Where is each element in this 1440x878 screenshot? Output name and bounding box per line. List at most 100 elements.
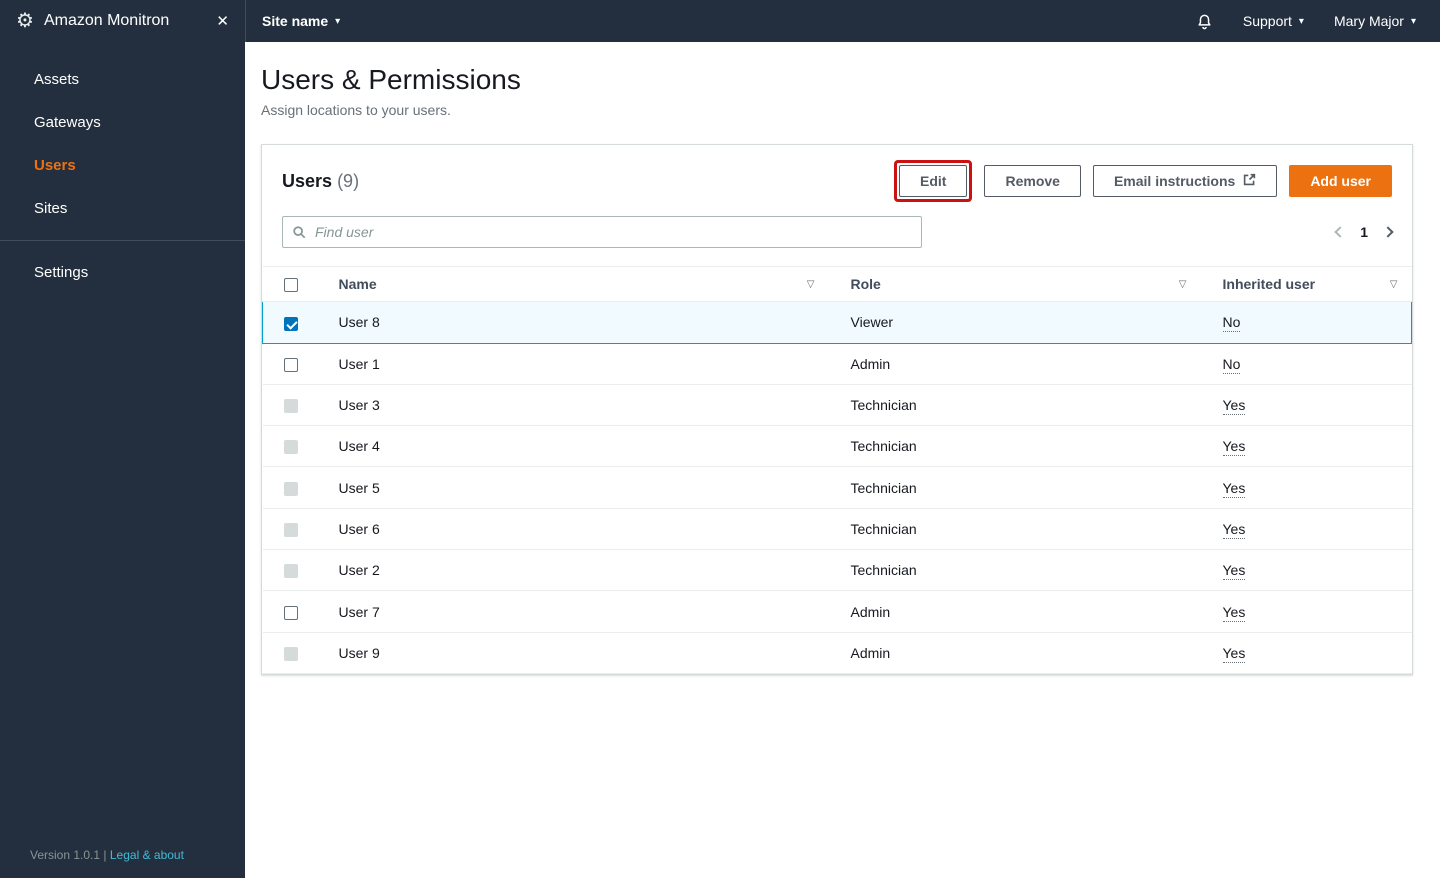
user-name: User 3: [318, 384, 829, 427]
nav-divider: [0, 240, 245, 241]
sidebar-footer: Version 1.0.1 | Legal & about: [30, 848, 184, 862]
edit-button[interactable]: Edit: [899, 165, 968, 197]
column-header-inherited[interactable]: Inherited user ▽: [1200, 265, 1412, 303]
sidebar: ⚙ Amazon Monitron ✕ Assets Gateways User…: [0, 0, 245, 878]
legal-about-link[interactable]: Legal & about: [110, 848, 184, 862]
table-header-row: Name ▽ Role ▽ Inherited user ▽: [262, 265, 1412, 303]
support-menu[interactable]: Support ▾: [1243, 13, 1304, 29]
row-checkbox[interactable]: [283, 440, 298, 455]
edit-button-annotation: Edit: [894, 160, 973, 202]
inherited-value: Yes: [1222, 479, 1246, 498]
inherited-value: Yes: [1222, 397, 1246, 416]
previous-page-button[interactable]: [1334, 223, 1346, 241]
column-sort-icon[interactable]: ▽: [807, 279, 815, 290]
chevron-left-icon: [1334, 226, 1346, 238]
panel-header: Users (9) Edit Remove Email instructions…: [262, 145, 1412, 212]
inherited-value: No: [1222, 314, 1241, 333]
column-label-role: Role: [850, 276, 881, 293]
inherited-value: Yes: [1222, 603, 1246, 622]
column-header-role[interactable]: Role ▽: [828, 265, 1201, 303]
support-label: Support: [1242, 13, 1292, 29]
main-content: Users & Permissions Assign locations to …: [245, 42, 1440, 878]
close-icon[interactable]: ✕: [216, 12, 229, 30]
site-name-label: Site name: [262, 13, 329, 29]
select-all-checkbox[interactable]: [283, 278, 298, 293]
row-checkbox[interactable]: [283, 481, 298, 496]
pagination: 1: [1334, 223, 1394, 241]
users-panel: Users (9) Edit Remove Email instructions…: [261, 144, 1413, 675]
user-role: Admin: [828, 632, 1201, 674]
search-icon: [293, 226, 306, 239]
user-name: User 2: [318, 549, 829, 592]
page-subtitle: Assign locations to your users.: [261, 102, 451, 118]
user-name: User 6: [318, 508, 829, 551]
user-role: Viewer: [828, 301, 1201, 344]
column-label-inherited: Inherited user: [1222, 276, 1316, 293]
table-row[interactable]: User 1 Admin No: [262, 343, 1412, 385]
row-checkbox[interactable]: [283, 523, 298, 538]
row-checkbox[interactable]: [283, 605, 298, 620]
column-sort-icon[interactable]: ▽: [1390, 279, 1398, 290]
user-name-label: Mary Major: [1333, 13, 1404, 29]
user-role: Technician: [828, 425, 1201, 468]
user-role: Technician: [828, 549, 1201, 592]
footer-separator: |: [103, 848, 107, 862]
chevron-down-icon: ▾: [1410, 15, 1416, 27]
column-sort-icon[interactable]: ▽: [1179, 279, 1187, 290]
table-row[interactable]: User 3 Technician Yes: [262, 384, 1412, 427]
sidebar-item-gateways[interactable]: Gateways: [0, 101, 245, 144]
user-role: Admin: [828, 343, 1201, 385]
site-name-dropdown[interactable]: Site name ▾: [262, 13, 340, 29]
topbar-right: Support ▾ Mary Major ▾: [1196, 13, 1416, 30]
add-user-button[interactable]: Add user: [1289, 165, 1392, 197]
user-name: User 8: [318, 301, 829, 344]
sidebar-item-assets[interactable]: Assets: [0, 58, 245, 101]
chevron-down-icon: ▾: [1298, 15, 1304, 27]
page-number[interactable]: 1: [1360, 224, 1368, 240]
table-row[interactable]: User 8 Viewer No: [262, 301, 1412, 344]
row-checkbox[interactable]: [283, 316, 298, 331]
user-role: Technician: [828, 384, 1201, 427]
row-checkbox[interactable]: [283, 646, 298, 661]
chevron-right-icon: [1382, 226, 1394, 238]
panel-title: Users: [282, 170, 333, 191]
remove-button[interactable]: Remove: [984, 165, 1081, 197]
user-name: User 7: [318, 590, 829, 633]
sidebar-item-users[interactable]: Users: [0, 144, 245, 187]
inherited-value: Yes: [1222, 438, 1246, 457]
users-table-body: User 8 Viewer No User 1 Admin No User 3 …: [262, 301, 1412, 674]
column-label-name: Name: [338, 276, 377, 293]
users-table: Name ▽ Role ▽ Inherited user ▽ User 8 Vi…: [262, 265, 1412, 674]
table-row[interactable]: User 2 Technician Yes: [262, 549, 1412, 592]
notifications-bell-icon[interactable]: [1196, 13, 1213, 30]
user-role: Technician: [828, 508, 1201, 551]
table-row[interactable]: User 9 Admin Yes: [262, 632, 1412, 674]
table-row[interactable]: User 6 Technician Yes: [262, 508, 1412, 551]
user-role: Technician: [828, 466, 1201, 509]
table-row[interactable]: User 7 Admin Yes: [262, 590, 1412, 633]
user-menu[interactable]: Mary Major ▾: [1334, 13, 1416, 29]
user-name: User 1: [318, 343, 829, 385]
row-checkbox[interactable]: [283, 399, 298, 414]
sidebar-item-sites[interactable]: Sites: [0, 187, 245, 230]
chevron-down-icon: ▾: [335, 15, 341, 27]
row-checkbox[interactable]: [283, 357, 298, 372]
app-logo-icon: ⚙: [16, 10, 34, 32]
panel-toolbar: 1: [262, 212, 1412, 266]
user-name: User 4: [318, 425, 829, 468]
external-link-icon: [1243, 173, 1256, 189]
email-instructions-button[interactable]: Email instructions: [1092, 165, 1278, 197]
column-header-name[interactable]: Name ▽: [318, 265, 829, 303]
search-input[interactable]: [282, 216, 922, 248]
table-row[interactable]: User 5 Technician Yes: [262, 466, 1412, 509]
sidebar-header: ⚙ Amazon Monitron ✕: [0, 0, 245, 42]
sidebar-item-settings[interactable]: Settings: [0, 251, 245, 294]
next-page-button[interactable]: [1382, 223, 1394, 241]
row-checkbox[interactable]: [283, 564, 298, 579]
table-row[interactable]: User 4 Technician Yes: [262, 425, 1412, 468]
search-box: [282, 216, 922, 248]
version-text: Version 1.0.1: [30, 848, 101, 862]
user-name: User 5: [318, 466, 829, 509]
app-title: Amazon Monitron: [43, 12, 170, 29]
select-all-header: [262, 265, 319, 303]
